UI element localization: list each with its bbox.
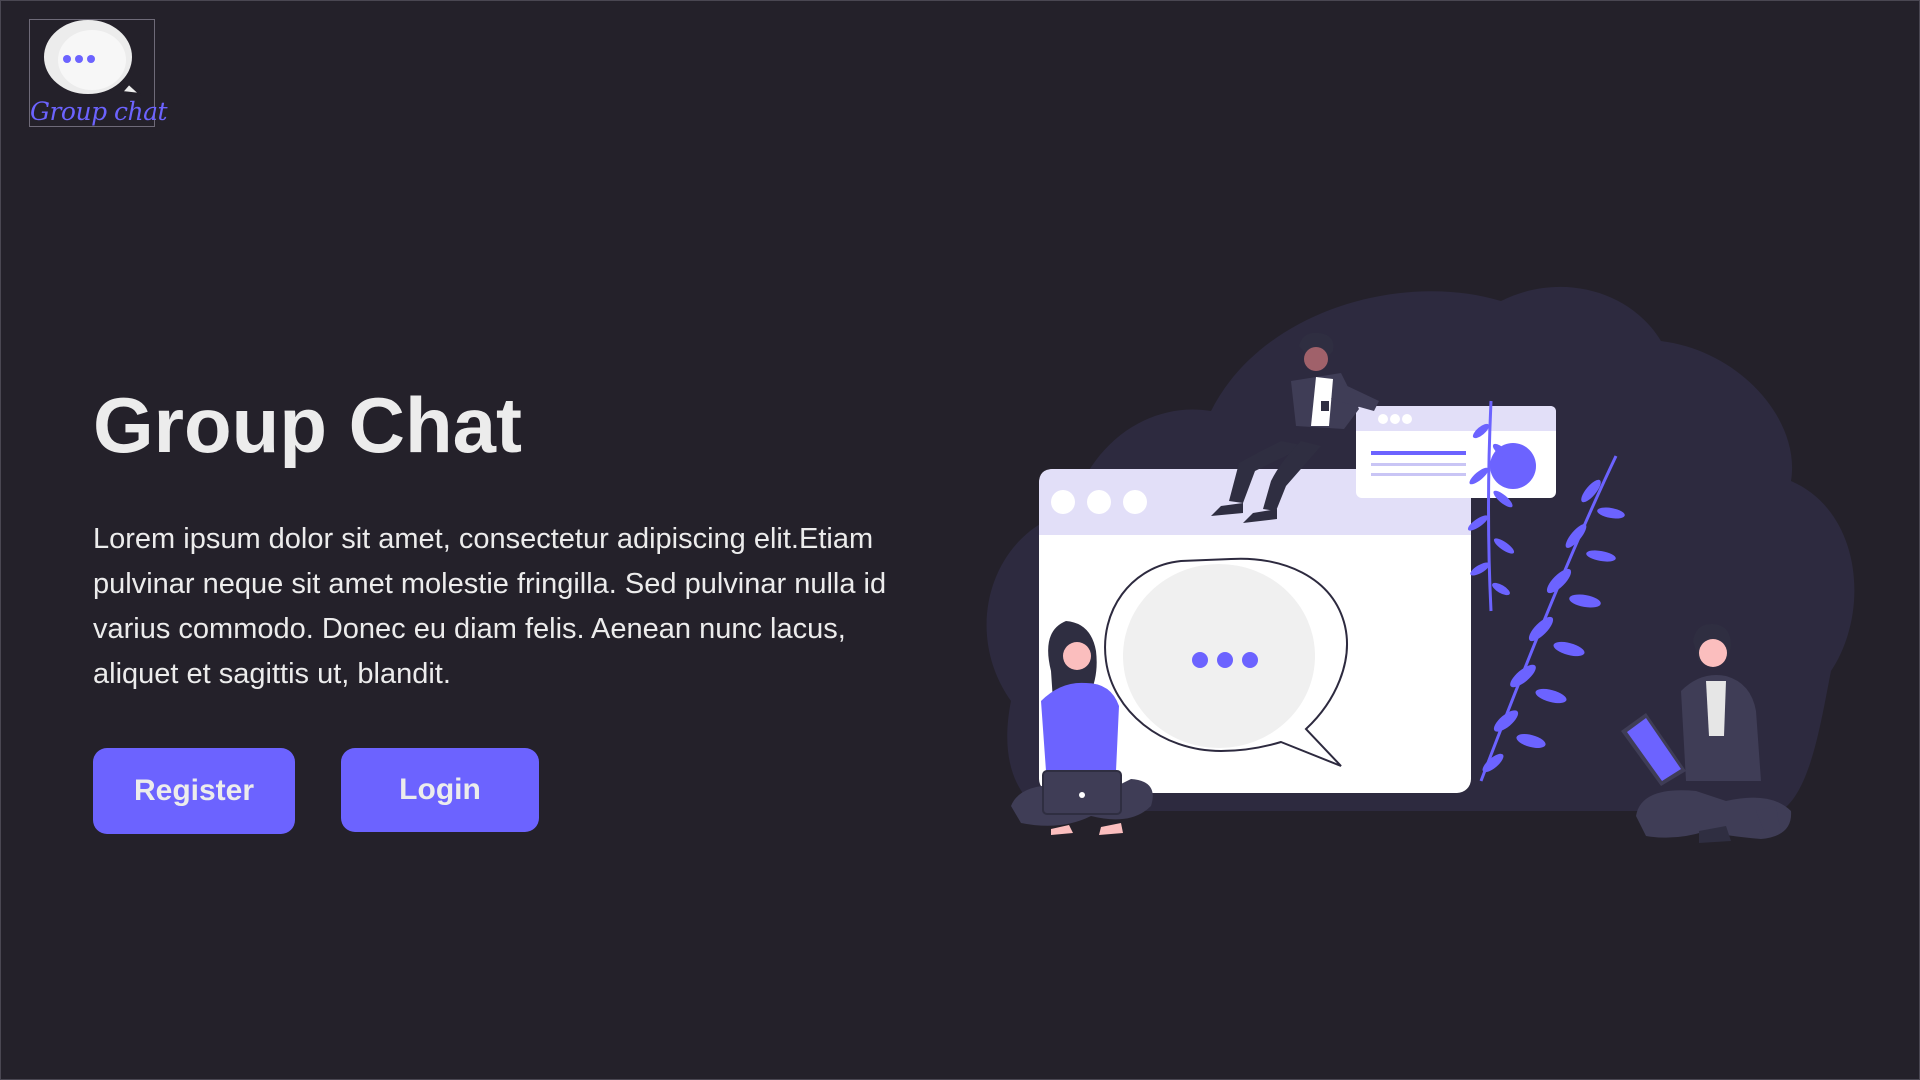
logo[interactable]: Group chat xyxy=(29,19,168,127)
login-button[interactable]: Login xyxy=(341,748,539,832)
group-chat-illustration xyxy=(986,286,1855,843)
register-button[interactable]: Register xyxy=(93,748,295,834)
page-title: Group Chat xyxy=(93,381,522,469)
hero-description: Lorem ipsum dolor sit amet, consectetur … xyxy=(93,523,887,690)
profile-card xyxy=(1356,406,1556,498)
landing-page: Group chat Group Chat Lorem ipsum dolor … xyxy=(0,0,1920,1080)
logo-text: Group chat xyxy=(30,97,168,126)
